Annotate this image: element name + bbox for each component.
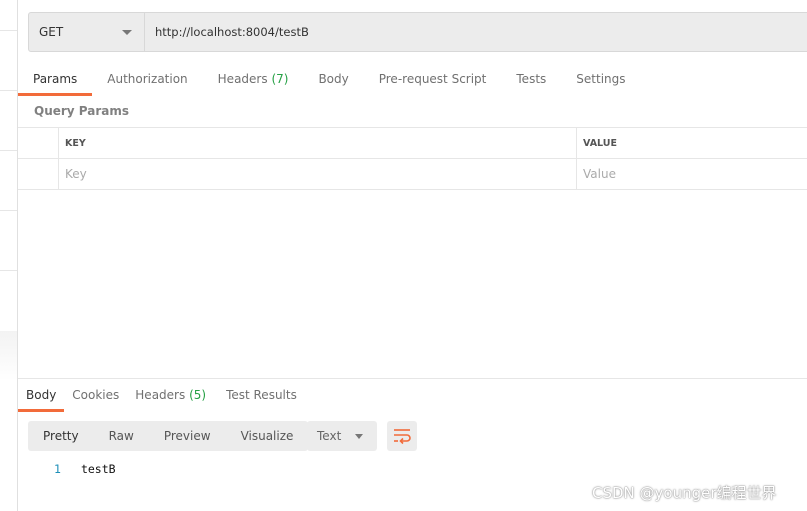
tab-response-headers[interactable]: Headers (5) <box>127 380 214 410</box>
pretty-button[interactable]: Pretty <box>28 429 94 443</box>
sidebar-divider <box>0 210 17 211</box>
chevron-down-icon <box>122 30 132 35</box>
tab-tests[interactable]: Tests <box>501 64 561 94</box>
response-content: testB <box>80 462 116 476</box>
request-tabs: Params Authorization Headers (7) Body Pr… <box>18 64 641 96</box>
value-header: VALUE <box>583 137 617 149</box>
format-value: Text <box>317 429 342 443</box>
sidebar-divider <box>0 270 17 271</box>
url-input[interactable]: http://localhost:8004/testB <box>145 13 309 51</box>
response-divider <box>18 378 807 379</box>
row-checkbox-cell <box>18 159 59 189</box>
watermark: CSDN @younger编程世界 <box>592 484 777 502</box>
sidebar-shade <box>0 331 17 381</box>
tab-label: Body <box>318 72 349 86</box>
tab-label: Headers <box>217 72 268 86</box>
chevron-down-icon <box>355 434 363 439</box>
tab-label: Test Results <box>226 388 297 402</box>
tab-label: Cookies <box>72 388 120 402</box>
key-input[interactable]: Key <box>59 159 577 189</box>
view-mode-group: Pretty Raw Preview Visualize <box>28 421 309 451</box>
wrap-lines-button[interactable] <box>387 421 417 451</box>
tab-label: Body <box>26 388 57 402</box>
tab-label: Params <box>33 72 78 86</box>
tab-pre-request-script[interactable]: Pre-request Script <box>364 64 502 94</box>
key-header: KEY <box>59 128 577 158</box>
query-params-title: Query Params <box>34 104 130 118</box>
tab-body[interactable]: Body <box>303 64 363 94</box>
tab-cookies[interactable]: Cookies <box>64 380 127 410</box>
tab-headers[interactable]: Headers (7) <box>203 64 304 94</box>
headers-count: (7) <box>271 72 289 86</box>
tab-label: Settings <box>576 72 626 86</box>
preview-button[interactable]: Preview <box>149 429 226 443</box>
value-input[interactable]: Value <box>577 159 807 189</box>
request-bar: GET http://localhost:8004/testB <box>28 12 807 52</box>
table-header-row: KEY VALUE <box>18 128 807 159</box>
tab-authorization[interactable]: Authorization <box>92 64 202 94</box>
method-value: GET <box>39 25 64 39</box>
tab-params[interactable]: Params <box>18 64 93 96</box>
raw-button[interactable]: Raw <box>94 429 149 443</box>
sidebar-divider <box>0 90 17 91</box>
line-number: 1 <box>54 462 61 476</box>
response-tabs: Body Cookies Headers (5) Test Results <box>18 380 309 412</box>
tab-label: Headers <box>135 388 186 402</box>
tab-label: Authorization <box>107 72 188 86</box>
format-select[interactable]: Text <box>307 421 377 451</box>
tab-test-results[interactable]: Test Results <box>214 380 309 410</box>
tab-label: Tests <box>516 72 547 86</box>
wrap-icon <box>394 429 411 445</box>
visualize-button[interactable]: Visualize <box>226 429 309 443</box>
checkbox-column <box>18 128 59 158</box>
tab-settings[interactable]: Settings <box>561 64 640 94</box>
sidebar <box>0 0 18 511</box>
headers-count: (5) <box>189 388 207 402</box>
sidebar-divider <box>0 30 17 31</box>
sidebar-divider <box>0 150 17 151</box>
method-select[interactable]: GET <box>29 13 145 51</box>
tab-label: Pre-request Script <box>378 72 487 86</box>
query-params-table: KEY VALUE Key Value <box>18 127 807 190</box>
response-body: 1 testB <box>54 462 116 476</box>
tab-response-body[interactable]: Body <box>18 380 65 412</box>
table-row: Key Value <box>18 159 807 190</box>
